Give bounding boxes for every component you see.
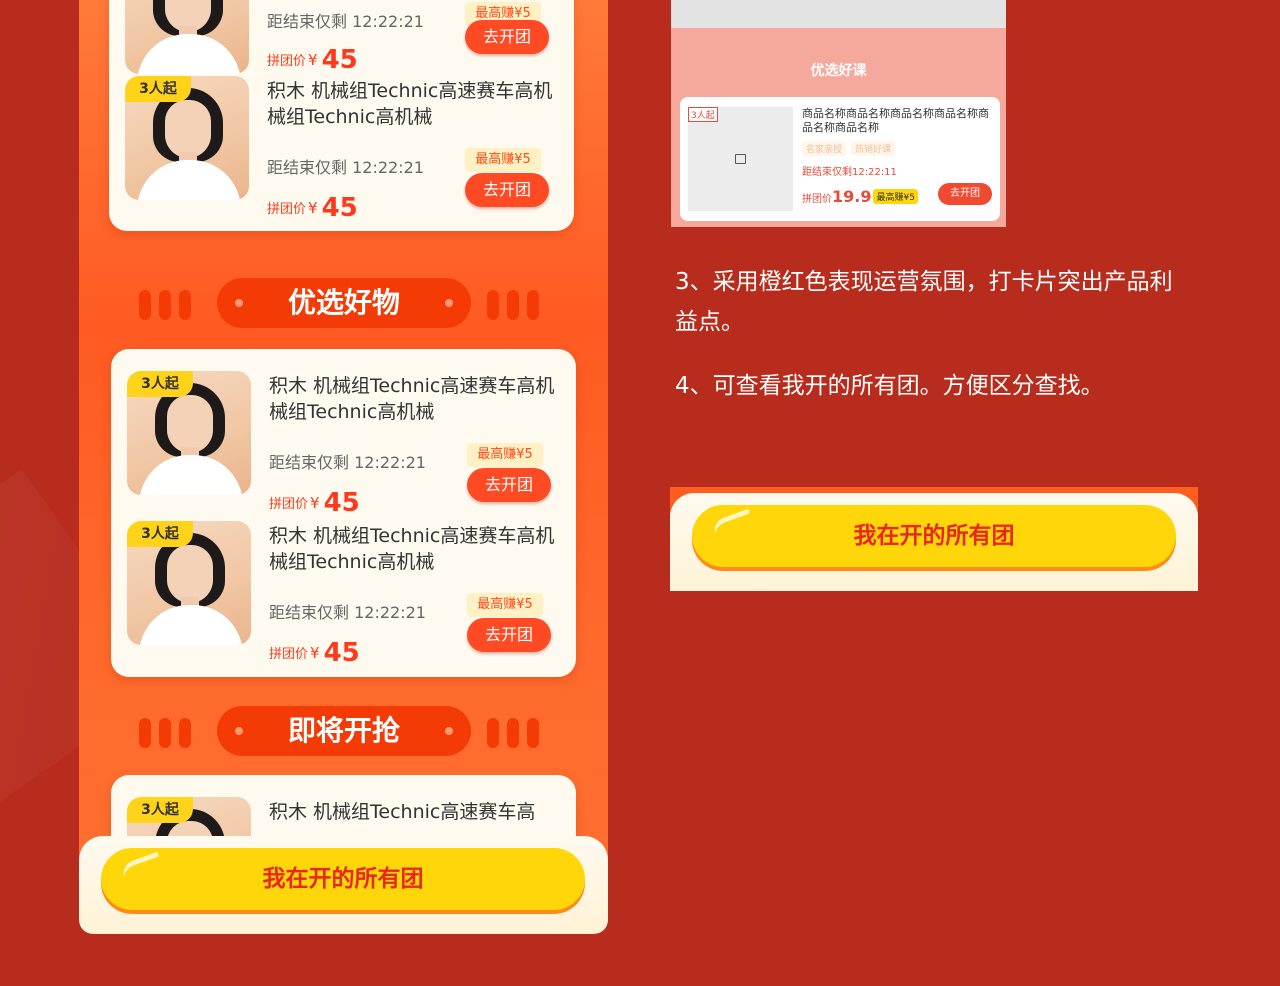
product-image: 3人起 (125, 76, 249, 200)
section-title-upcoming: 即将开抢 (217, 706, 471, 756)
bottom-action-bar-preview: 我在开的所有团 (670, 487, 1198, 591)
earn-badge: 最高赚¥5 (467, 443, 543, 467)
course-title: 商品名称商品名称商品名称商品名称商品名称商品名称 (802, 107, 989, 134)
group-size-badge: 3人起 (127, 521, 193, 547)
decor-bars-right (487, 290, 539, 320)
start-group-button[interactable]: 去开团 (465, 173, 549, 207)
group-size-badge: 3人起 (127, 797, 193, 823)
bottom-action-bar: 我在开的所有团 (79, 836, 608, 934)
product-item[interactable]: 3人起 积木 机械组Technic高速赛车高机械组Technic高机械 距结束仅… (127, 371, 567, 518)
price: 拼团价 ¥45 (269, 488, 360, 518)
section-title-featured: 优选好物 (217, 278, 471, 328)
product-title: 积木 机械组Technic高速赛车高机械组Technic高机械 (269, 375, 555, 423)
start-group-button[interactable]: 去开团 (938, 183, 992, 205)
countdown-timer: 距结束仅剩 12:22:21 (267, 158, 424, 177)
earn-badge: 最高赚¥5 (467, 593, 543, 617)
product-title: 积木 机械组Technic高速赛车高机械组Technic高机械 (267, 80, 553, 128)
product-title: 积木 机械组Technic高速赛车高机械组Technic高机械 (269, 525, 555, 573)
decor-bars-right (487, 718, 539, 748)
start-group-button[interactable]: 去开团 (465, 20, 549, 54)
tag: 名家亲授 (802, 141, 847, 156)
product-image: 3人起 (127, 521, 251, 645)
price: 拼团价19.9 最高赚¥5 (802, 187, 918, 206)
product-item[interactable]: 距结束仅剩 12:22:21 最高赚¥5 拼团价 ¥45 去开团 (125, 0, 565, 78)
start-group-button[interactable]: 去开团 (467, 618, 551, 652)
section-title: 优选好课 (810, 63, 867, 79)
product-image: 3人起 (127, 371, 251, 495)
earn-badge: 最高赚¥5 (465, 148, 541, 172)
note-point-4: 4、可查看我开的所有团。方便区分查找。 (675, 373, 1104, 399)
image-placeholder (688, 107, 793, 211)
product-card-featured: 3人起 积木 机械组Technic高速赛车高机械组Technic高机械 距结束仅… (111, 349, 576, 677)
price: 拼团价 ¥45 (269, 638, 360, 668)
decor-bars-left (139, 718, 191, 748)
image-icon (735, 154, 746, 164)
product-title: 积木 机械组Technic高速赛车高 (269, 801, 536, 823)
decor-bars-left (139, 290, 191, 320)
price: 拼团价 ¥45 (267, 45, 358, 75)
my-groups-button[interactable]: 我在开的所有团 (101, 848, 585, 910)
countdown-timer: 距结束仅剩 12:22:21 (269, 603, 426, 622)
group-size-badge: 3人起 (127, 371, 193, 397)
my-groups-button[interactable]: 我在开的所有团 (692, 505, 1176, 567)
countdown-timer: 距结束仅剩 12:22:21 (267, 12, 424, 31)
product-image (125, 0, 249, 74)
tag-list: 名家亲授 热销好课 (802, 141, 896, 156)
note-point-3: 3、采用橙红色表现运营氛围，打卡片突出产品利益点。 (675, 269, 1173, 335)
shine-decor (710, 508, 754, 536)
product-item[interactable]: 3人起 积木 机械组Technic高速赛车高机械组Technic高机械 距结束仅… (125, 76, 565, 223)
product-item[interactable]: 3人起 积木 机械组Technic高速赛车高机械组Technic高机械 距结束仅… (127, 521, 567, 668)
group-size-badge: 3人起 (125, 76, 191, 102)
group-size-badge: 3人起 (688, 107, 718, 122)
price: 拼团价 ¥45 (267, 193, 358, 223)
shine-decor (119, 851, 163, 879)
header-placeholder (671, 0, 1006, 28)
bar-background: 我在开的所有团 (670, 493, 1198, 591)
countdown-timer: 距结束仅剩 12:22:21 (269, 453, 426, 472)
phone-mockup: 距结束仅剩 12:22:21 最高赚¥5 拼团价 ¥45 去开团 3人起 积木 机… (79, 0, 608, 934)
reference-screenshot: 优选好课 3人起 商品名称商品名称商品名称商品名称商品名称商品名称 名家亲授 热… (671, 0, 1006, 227)
tag: 热销好课 (851, 141, 896, 156)
product-card-top: 距结束仅剩 12:22:21 最高赚¥5 拼团价 ¥45 去开团 3人起 积木 机… (109, 0, 574, 231)
start-group-button[interactable]: 去开团 (467, 468, 551, 502)
countdown-timer: 距结束仅剩12:22:11 (802, 167, 897, 178)
course-card: 3人起 商品名称商品名称商品名称商品名称商品名称商品名称 名家亲授 热销好课 距… (680, 97, 1000, 221)
